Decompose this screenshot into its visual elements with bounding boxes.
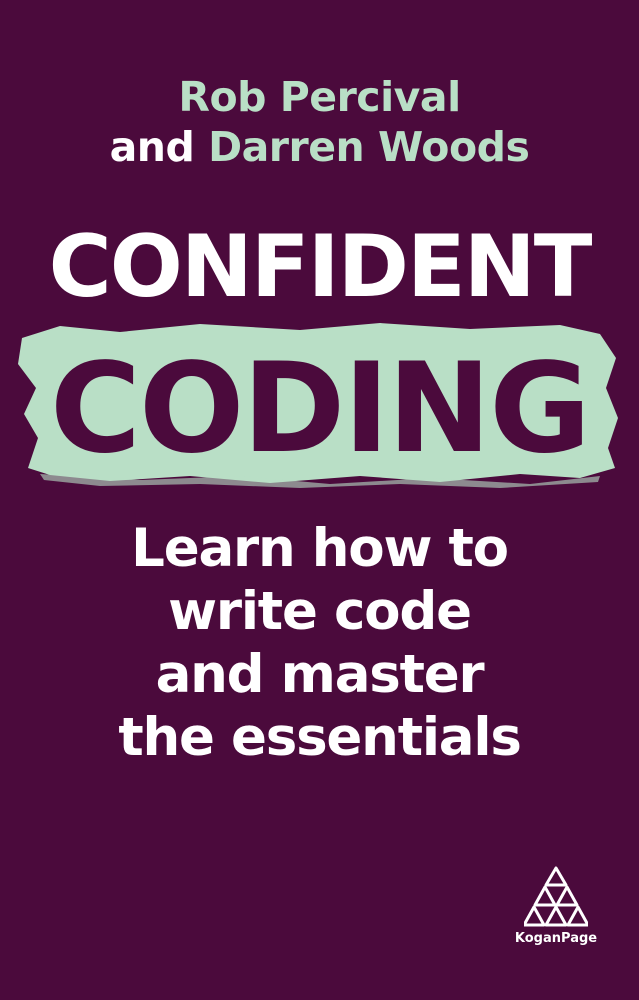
title-highlight: CODING <box>0 318 639 488</box>
subtitle-line: write code <box>168 581 472 642</box>
publisher-mark: KoganPage <box>511 865 601 965</box>
title-line-2: CODING <box>49 337 591 481</box>
authors: Rob Percival and Darren Woods <box>0 72 639 172</box>
author-name: Darren Woods <box>208 123 530 171</box>
subtitle: Learn how to write code and master the e… <box>0 517 639 769</box>
book-cover: Rob Percival and Darren Woods CONFIDENT … <box>0 0 639 1000</box>
kogan-page-logo-icon <box>524 866 588 927</box>
publisher-name: KoganPage <box>514 931 598 946</box>
author-line-2: and Darren Woods <box>0 122 639 172</box>
title-line-1: CONFIDENT <box>48 217 593 317</box>
subtitle-line: Learn how to <box>131 518 509 579</box>
author-conjunction: and <box>109 123 195 171</box>
author-name: Rob Percival <box>178 73 461 121</box>
subtitle-line: and master <box>155 644 485 705</box>
subtitle-line: the essentials <box>118 707 522 768</box>
